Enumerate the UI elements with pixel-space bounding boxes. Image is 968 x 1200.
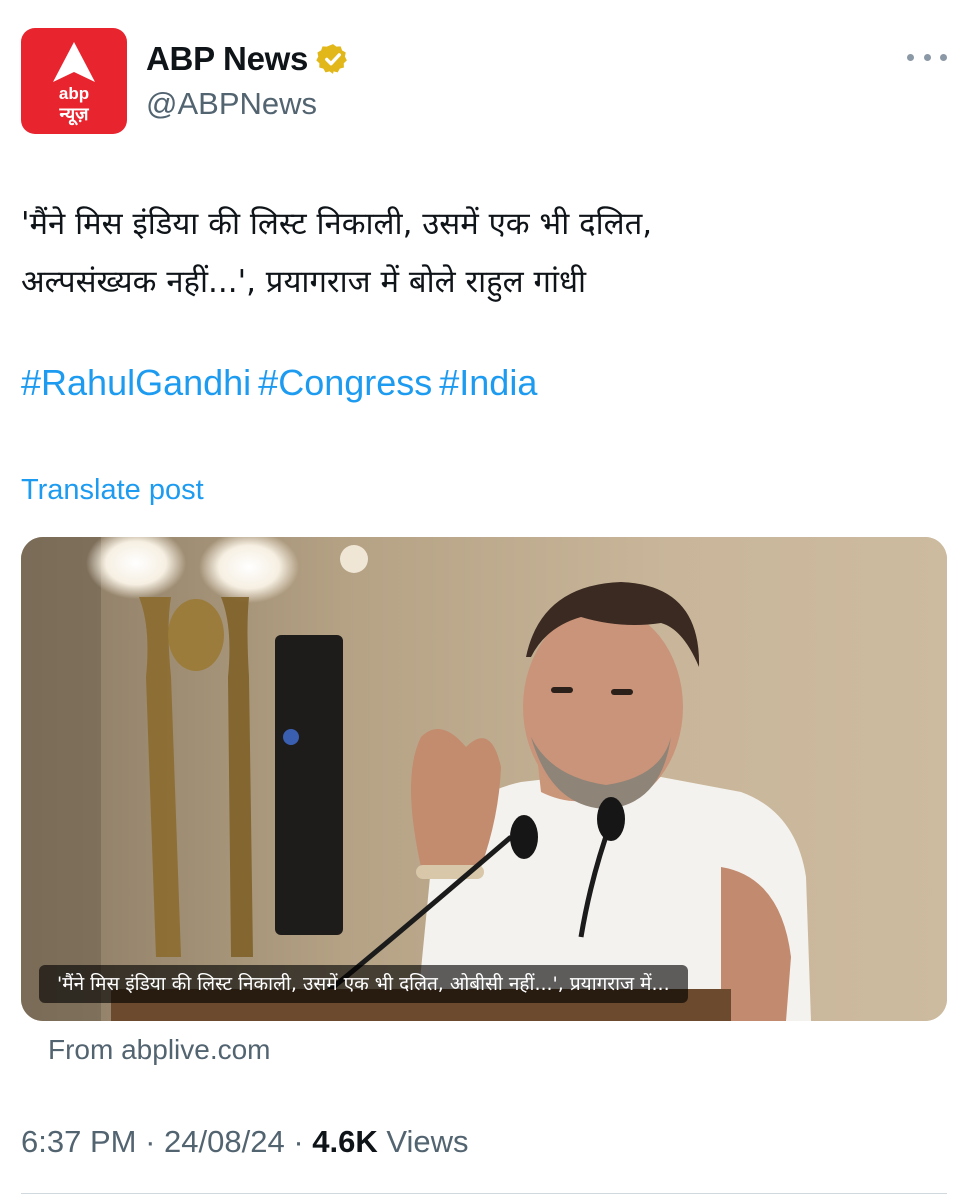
- link-card-source[interactable]: From abplive.com: [48, 1034, 271, 1066]
- hashtag-link[interactable]: #RahulGandhi: [21, 362, 251, 403]
- more-dot: [940, 53, 947, 61]
- tweet-time[interactable]: 6:37 PM: [21, 1124, 136, 1159]
- avatar-logo-text-top: abp: [58, 84, 90, 103]
- hashtag-link[interactable]: #Congress: [258, 362, 432, 403]
- meta-separator: ·: [293, 1124, 304, 1159]
- views-label: Views: [386, 1124, 469, 1159]
- more-options-icon[interactable]: [907, 44, 947, 70]
- meta-separator: ·: [145, 1124, 156, 1159]
- more-dot: [907, 53, 914, 61]
- author-display-name[interactable]: ABP News: [146, 40, 308, 78]
- translate-post-link[interactable]: Translate post: [21, 474, 204, 507]
- author-avatar[interactable]: abp न्यूज़: [21, 28, 127, 134]
- more-dot: [923, 53, 931, 61]
- tweet-header: abp न्यूज़ ABP News @ABPNews: [21, 28, 947, 136]
- verified-badge-icon[interactable]: [316, 42, 350, 76]
- tweet-text-line: अल्पसंख्यक नहीं...', प्रयागराज में बोले …: [21, 264, 587, 300]
- tweet-text: 'मैंने मिस इंडिया की लिस्ट निकाली, उसमें…: [21, 195, 941, 311]
- hashtag-link[interactable]: #India: [439, 362, 537, 403]
- author-handle[interactable]: @ABPNews: [146, 86, 317, 122]
- author-name-row: ABP News: [146, 40, 350, 78]
- tweet-date[interactable]: 24/08/24: [164, 1124, 285, 1159]
- tweet-meta: 6:37 PM · 24/08/24 · 4.6K Views: [21, 1124, 469, 1160]
- hashtag-list: #RahulGandhi #Congress #India: [21, 362, 544, 404]
- tweet-text-line: 'मैंने मिस इंडिया की लिस्ट निकाली, उसमें…: [21, 206, 653, 242]
- article-photo: [21, 537, 947, 1021]
- link-preview-card[interactable]: 'मैंने मिस इंडिया की लिस्ट निकाली, उसमें…: [21, 537, 947, 1021]
- link-card-caption: 'मैंने मिस इंडिया की लिस्ट निकाली, उसमें…: [39, 965, 688, 1003]
- views-count[interactable]: 4.6K: [312, 1124, 377, 1159]
- divider: [21, 1193, 947, 1194]
- avatar-logo-text-bottom: न्यूज़: [59, 104, 89, 125]
